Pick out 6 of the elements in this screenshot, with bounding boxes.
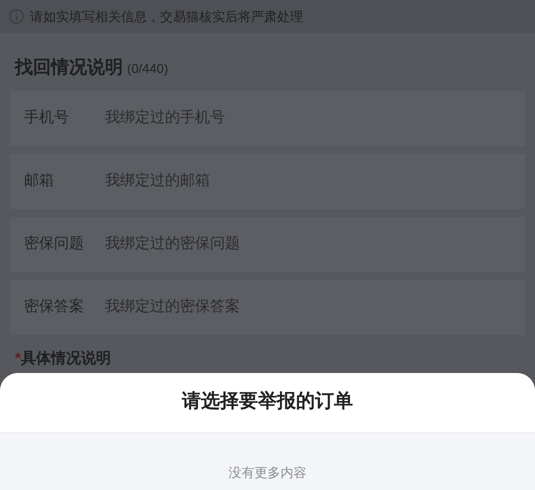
required-mark: * — [15, 349, 21, 369]
detail-label: 具体情况说明 — [20, 349, 111, 369]
empty-text: 没有更多内容 — [228, 464, 306, 482]
char-count: (0/440) — [127, 60, 168, 78]
section-title: 找回情况说明 — [15, 56, 123, 79]
sheet-title: 请选择要举报的订单 — [182, 390, 353, 414]
